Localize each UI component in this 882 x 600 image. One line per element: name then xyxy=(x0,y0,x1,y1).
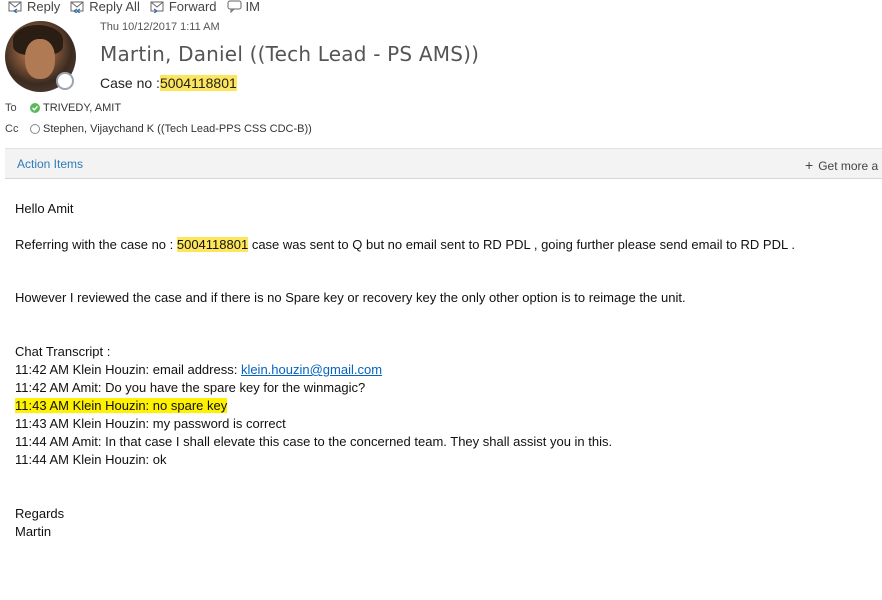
reply-button[interactable]: Reply xyxy=(8,0,60,15)
referral-pre: Referring with the case no : xyxy=(15,237,177,252)
subject-case-number: 5004118801 xyxy=(159,75,237,91)
sender-name[interactable]: Martin, Daniel ((Tech Lead - PS AMS)) xyxy=(100,42,479,66)
message-body: Hello Amit Referring with the case no : … xyxy=(15,200,875,541)
action-items-bar: Action Items + Get more a xyxy=(5,148,882,179)
sent-date: Thu 10/12/2017 1:11 AM xyxy=(100,21,220,33)
reply-all-button[interactable]: Reply All xyxy=(70,0,140,15)
subject-prefix: Case no : xyxy=(100,75,160,91)
forward-button[interactable]: Forward xyxy=(150,0,217,15)
signature: Martin xyxy=(15,524,52,539)
get-more-label: Get more a xyxy=(818,159,879,173)
email-link[interactable]: klein.houzin@gmail.com xyxy=(241,362,382,377)
forward-icon xyxy=(150,1,164,13)
reply-all-icon xyxy=(70,1,84,13)
chat-line-1: 11:42 AM Klein Houzin: email address: kl… xyxy=(15,361,875,379)
cc-line: Cc Stephen, Vijaychand K ((Tech Lead-PPS… xyxy=(5,123,312,135)
reply-all-label: Reply All xyxy=(89,0,140,14)
reply-label: Reply xyxy=(27,0,61,14)
plus-icon: + xyxy=(805,157,814,173)
get-more-addins-button[interactable]: + Get more a xyxy=(805,157,878,173)
greeting: Hello Amit xyxy=(15,201,74,216)
chat-bubble-icon xyxy=(227,0,242,13)
cc-recipient[interactable]: Stephen, Vijaychand K ((Tech Lead-PPS CS… xyxy=(43,123,312,135)
im-label: IM xyxy=(245,0,260,14)
chat-line-2: 11:42 AM Amit: Do you have the spare key… xyxy=(15,380,366,395)
message-toolbar: Reply Reply All Forward IM xyxy=(8,0,270,15)
to-label: To xyxy=(5,102,17,114)
presence-available-icon xyxy=(30,103,40,113)
cc-label: Cc xyxy=(5,123,19,135)
body-line-referral: Referring with the case no : 5004118801 … xyxy=(15,236,875,254)
body-case-number: 5004118801 xyxy=(176,237,249,252)
subject: Case no :5004118801 xyxy=(100,75,237,91)
chat-line-5: 11:44 AM Amit: In that case I shall elev… xyxy=(15,434,613,449)
body-line-reimage: However I reviewed the case and if there… xyxy=(15,290,686,305)
chat-line-4: 11:43 AM Klein Houzin: my password is co… xyxy=(15,416,286,431)
chat-line-1-text: 11:42 AM Klein Houzin: email address: xyxy=(15,362,241,377)
chat-line-3: 11:43 AM Klein Houzin: no spare key xyxy=(15,397,875,415)
presence-unknown-icon xyxy=(30,124,40,134)
presence-status-icon xyxy=(56,72,74,90)
referral-post: case was sent to Q but no email sent to … xyxy=(248,237,795,252)
to-line: To TRIVEDY, AMIT xyxy=(5,102,121,114)
im-button[interactable]: IM xyxy=(227,0,260,15)
reply-icon xyxy=(8,1,22,13)
chat-line-3-highlight: 11:43 AM Klein Houzin: no spare key xyxy=(15,398,228,413)
regards: Regards xyxy=(15,506,65,521)
action-items-link[interactable]: Action Items xyxy=(17,157,83,171)
chat-heading: Chat Transcript : xyxy=(15,344,111,359)
chat-line-6: 11:44 AM Klein Houzin: ok xyxy=(15,452,167,467)
to-recipient[interactable]: TRIVEDY, AMIT xyxy=(43,102,121,114)
forward-label: Forward xyxy=(168,0,217,14)
